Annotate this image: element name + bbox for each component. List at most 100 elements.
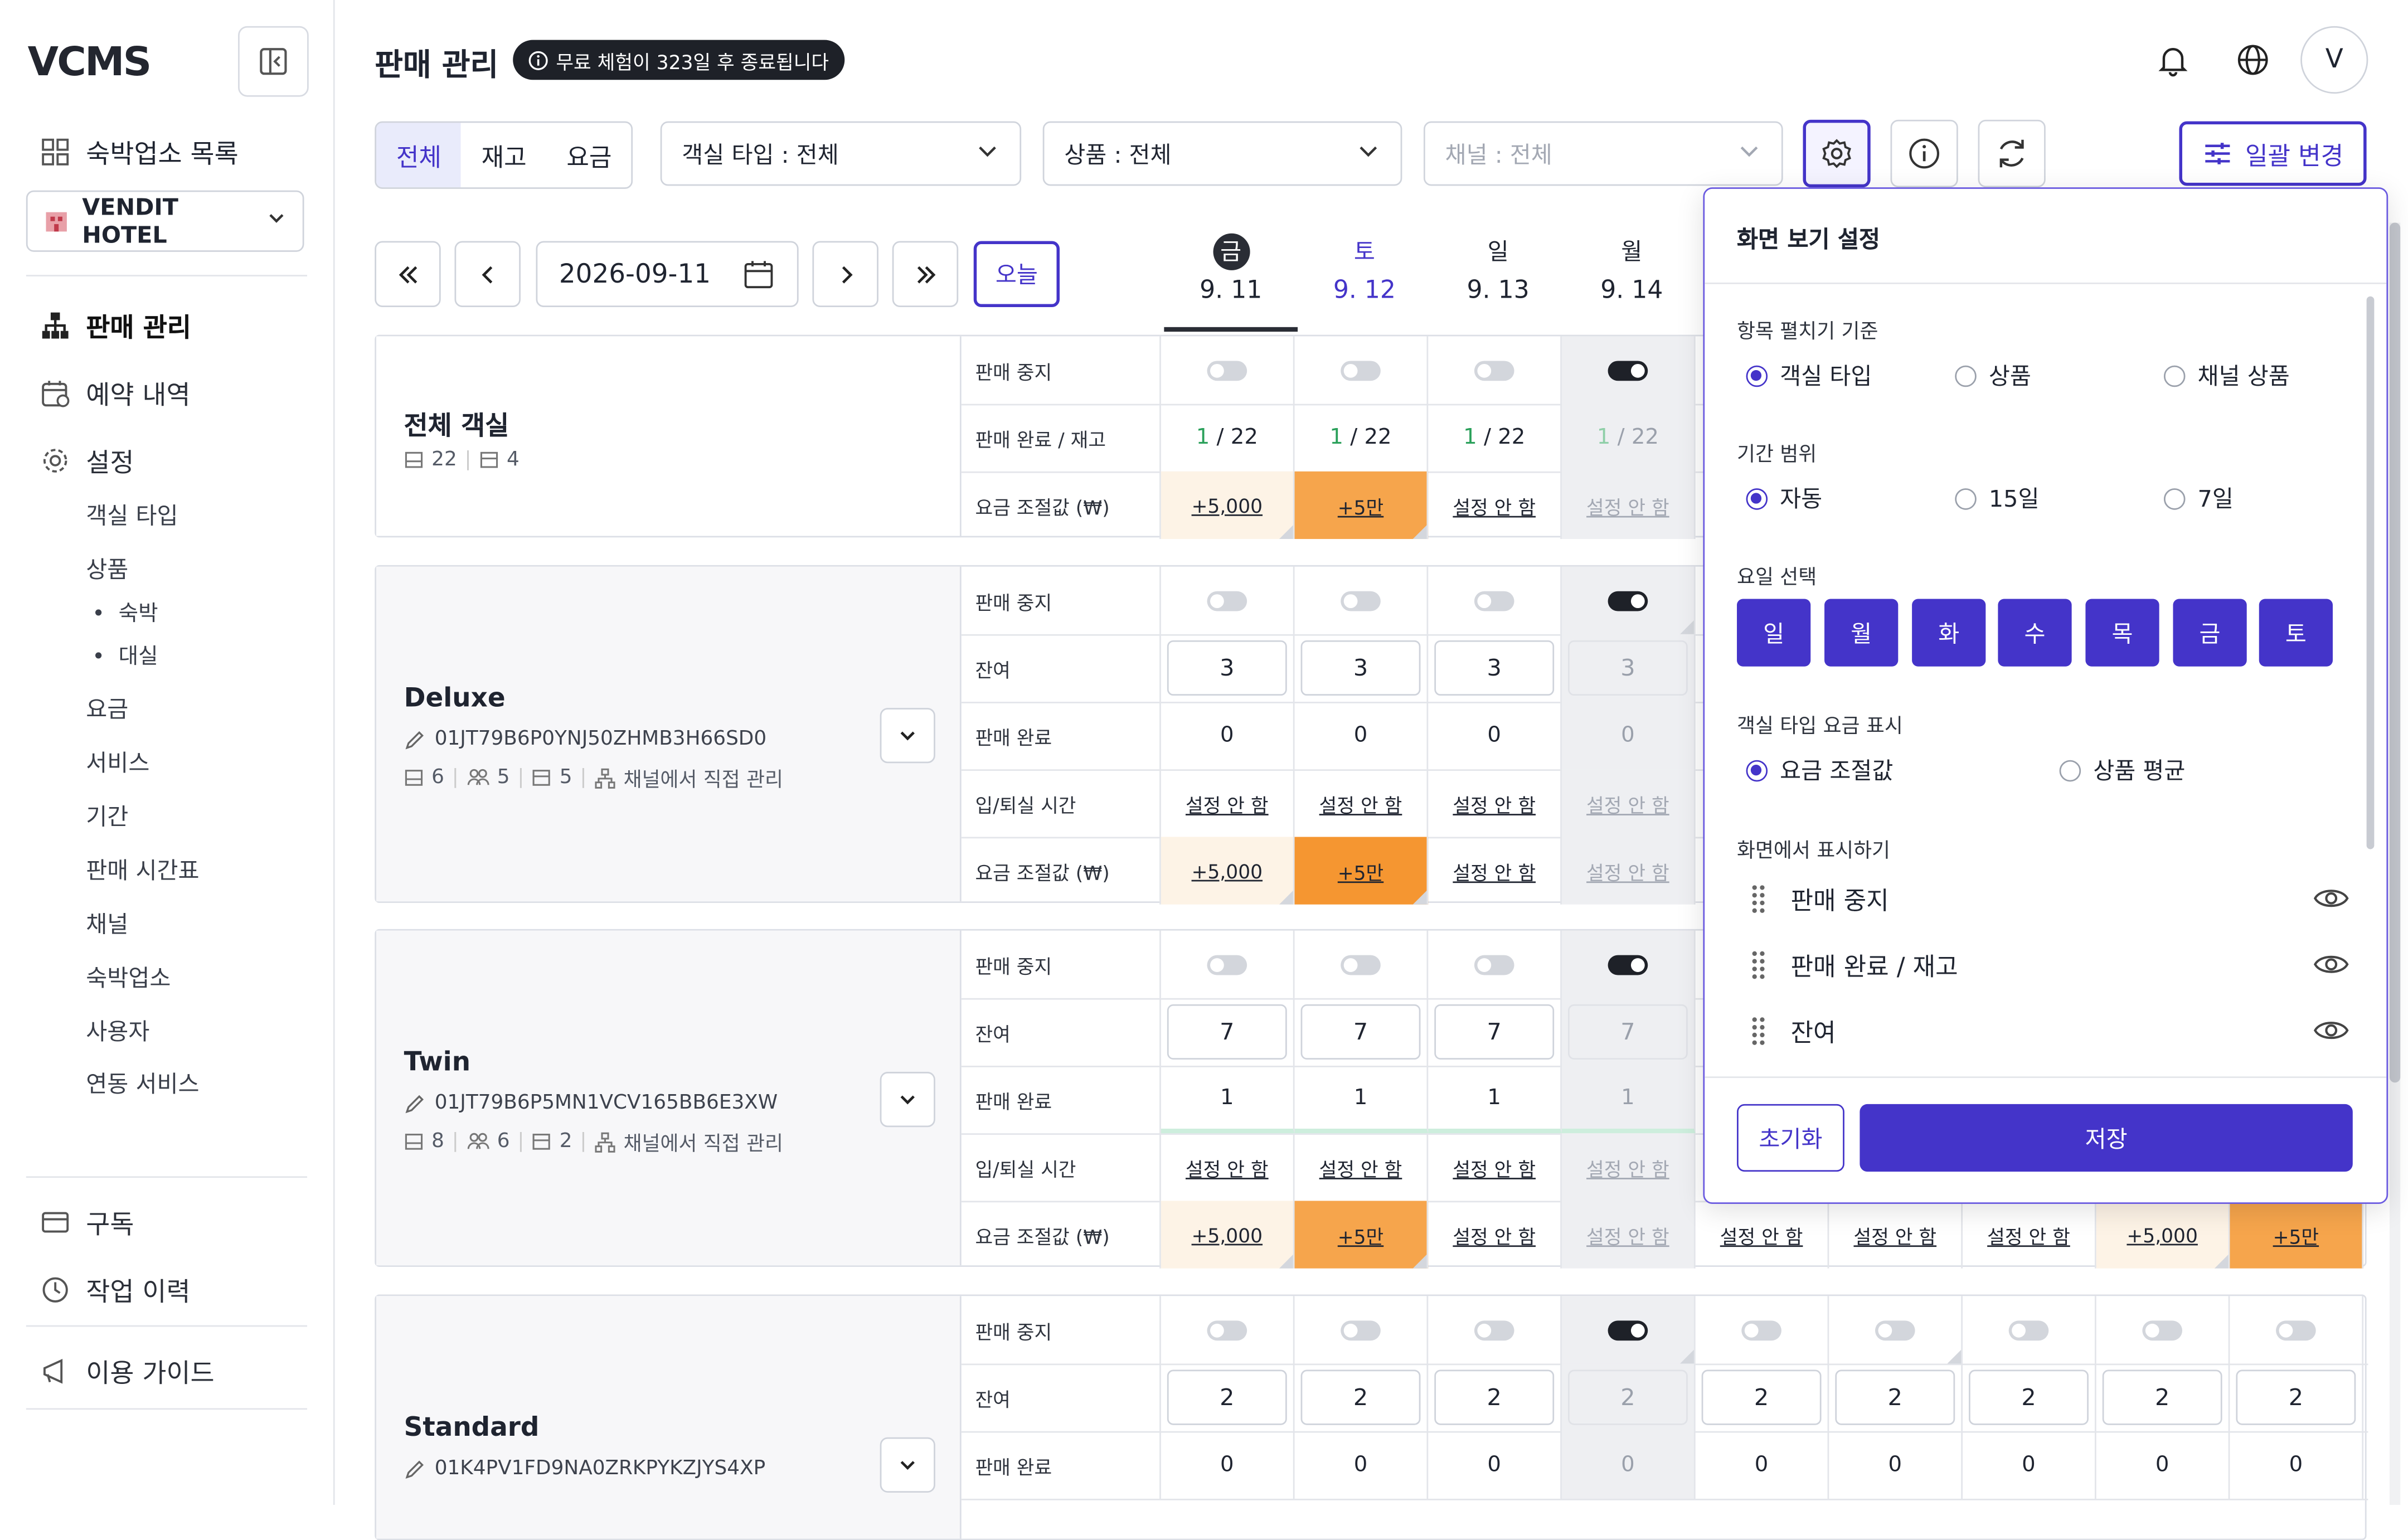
eye-icon[interactable]	[2313, 880, 2349, 917]
checkin-cell[interactable]: 설정 안 함	[1161, 769, 1295, 837]
remaining-cell[interactable]: 3	[1295, 634, 1429, 702]
toggle-switch[interactable]	[2008, 1320, 2049, 1340]
stop-sale-toggle[interactable]	[1295, 1296, 1429, 1364]
rate-cell[interactable]: +5,000	[1161, 471, 1295, 540]
checkin-cell[interactable]: 설정 안 함	[1561, 769, 1696, 837]
radio-product-average[interactable]: 상품 평균	[2059, 754, 2185, 786]
page-scrollbar-thumb[interactable]	[2389, 222, 2401, 1083]
radio-period-15[interactable]: 15일	[1955, 482, 2039, 514]
remaining-input[interactable]: 7	[1300, 1004, 1421, 1060]
channel-select[interactable]: 채널 : 전체	[1423, 121, 1783, 186]
day-header[interactable]: 토 9. 12	[1298, 234, 1431, 304]
rate-cell[interactable]: +5,000	[2096, 1201, 2230, 1269]
remaining-cell[interactable]: 2	[2230, 1363, 2364, 1431]
nav-integrations[interactable]: 연동 서비스	[86, 1067, 199, 1100]
panel-scrollbar[interactable]	[2366, 296, 2375, 849]
toggle-switch[interactable]	[1608, 954, 1648, 975]
nav-reservations[interactable]: 예약 내역	[40, 373, 191, 411]
tab-all[interactable]: 전체	[376, 123, 462, 188]
checkin-cell[interactable]: 설정 안 함	[1295, 769, 1429, 837]
next-button[interactable]	[812, 241, 878, 308]
avatar[interactable]: V	[2300, 26, 2368, 94]
rate-cell[interactable]: 설정 안 함	[1428, 471, 1562, 540]
remaining-input[interactable]: 2	[1969, 1369, 2089, 1425]
nav-work-history[interactable]: 작업 이력	[40, 1270, 191, 1308]
radio-dot[interactable]	[2163, 487, 2186, 509]
toggle-switch[interactable]	[2142, 1320, 2182, 1340]
stop-sale-toggle[interactable]	[1561, 930, 1696, 998]
drag-handle-icon[interactable]	[1751, 883, 1766, 914]
toggle-switch[interactable]	[1741, 1320, 1781, 1340]
checkin-cell[interactable]: 설정 안 함	[1561, 1133, 1696, 1201]
remaining-cell[interactable]: 2	[1161, 1363, 1295, 1431]
remaining-input[interactable]: 2	[2102, 1369, 2222, 1425]
info-button[interactable]	[1890, 119, 1958, 188]
day-header[interactable]: 금 9. 11	[1164, 233, 1298, 304]
stop-sale-toggle[interactable]	[1428, 336, 1562, 404]
toggle-switch[interactable]	[1341, 590, 1381, 611]
stop-sale-toggle[interactable]	[1561, 566, 1696, 634]
remaining-input[interactable]: 7	[1567, 1004, 1688, 1060]
radio-dot[interactable]	[1746, 365, 1768, 386]
rate-cell[interactable]: 설정 안 함	[1428, 837, 1562, 905]
remaining-input[interactable]: 2	[1701, 1369, 1822, 1425]
checkin-cell[interactable]: 설정 안 함	[1161, 1133, 1295, 1201]
remaining-input[interactable]: 7	[1167, 1004, 1287, 1060]
show-item[interactable]: 판매 완료 / 재고	[1751, 946, 2349, 983]
toggle-switch[interactable]	[1474, 360, 1514, 380]
day-toggle-thu[interactable]: 목	[2085, 599, 2159, 667]
show-item[interactable]: 판매 중지	[1751, 880, 2349, 917]
toggle-switch[interactable]	[1608, 360, 1648, 380]
stop-sale-toggle[interactable]	[1963, 1296, 2096, 1364]
tab-rate[interactable]: 요금	[547, 123, 632, 187]
radio-dot[interactable]	[1955, 365, 1977, 386]
stop-sale-toggle[interactable]	[1428, 930, 1562, 998]
expand-button[interactable]	[880, 1072, 935, 1128]
remaining-cell[interactable]: 2	[1963, 1363, 2096, 1431]
nav-period[interactable]: 기간	[86, 800, 128, 832]
rate-cell[interactable]: 설정 안 함	[1561, 471, 1696, 540]
remaining-cell[interactable]: 3	[1428, 634, 1562, 702]
radio-dot[interactable]	[1746, 759, 1768, 781]
radio-dot[interactable]	[2059, 759, 2081, 781]
prev-fast-button[interactable]	[375, 241, 441, 308]
next-fast-button[interactable]	[892, 241, 959, 308]
nav-product-rental[interactable]: • 대실	[92, 640, 158, 671]
expand-button[interactable]	[880, 708, 935, 764]
toggle-switch[interactable]	[1207, 360, 1247, 380]
show-item[interactable]: 잔여	[1751, 1012, 2349, 1049]
remaining-input[interactable]: 3	[1434, 640, 1555, 696]
stop-sale-toggle[interactable]	[1295, 336, 1429, 404]
stop-sale-toggle[interactable]	[1161, 566, 1295, 634]
remaining-cell[interactable]: 3	[1161, 634, 1295, 702]
remaining-cell[interactable]: 2	[1295, 1363, 1429, 1431]
refresh-button[interactable]	[1978, 119, 2046, 188]
remaining-input[interactable]: 2	[2236, 1369, 2356, 1425]
remaining-cell[interactable]: 2	[2096, 1363, 2230, 1431]
remaining-input[interactable]: 2	[1567, 1369, 1688, 1425]
toggle-switch[interactable]	[1474, 590, 1514, 611]
date-picker[interactable]: 2026-09-11	[536, 241, 799, 308]
checkin-cell[interactable]: 설정 안 함	[1428, 769, 1562, 837]
room-type-select[interactable]: 객실 타입 : 전체	[660, 121, 1022, 186]
day-toggle-sat[interactable]: 토	[2259, 599, 2333, 667]
toggle-switch[interactable]	[1608, 590, 1648, 611]
prev-button[interactable]	[454, 241, 521, 308]
nav-channel[interactable]: 채널	[86, 907, 128, 940]
day-header[interactable]: 월 9. 14	[1565, 234, 1698, 304]
stop-sale-toggle[interactable]	[1696, 1296, 1829, 1364]
eye-icon[interactable]	[2313, 1012, 2349, 1049]
remaining-cell[interactable]: 2	[1428, 1363, 1562, 1431]
toggle-switch[interactable]	[1474, 1320, 1514, 1340]
drag-handle-icon[interactable]	[1751, 1015, 1766, 1046]
toggle-switch[interactable]	[1608, 1320, 1648, 1340]
eye-icon[interactable]	[2313, 946, 2349, 983]
radio-product[interactable]: 상품	[1955, 360, 2031, 392]
remaining-cell[interactable]: 7	[1428, 998, 1562, 1066]
view-settings-button[interactable]	[1803, 119, 1871, 188]
radio-channel-product[interactable]: 채널 상품	[2163, 360, 2290, 392]
nav-product-stay[interactable]: • 숙박	[92, 597, 158, 628]
stop-sale-toggle[interactable]	[1428, 1296, 1562, 1364]
nav-settings[interactable]: 설정	[40, 441, 134, 479]
remaining-input[interactable]: 3	[1300, 640, 1421, 696]
